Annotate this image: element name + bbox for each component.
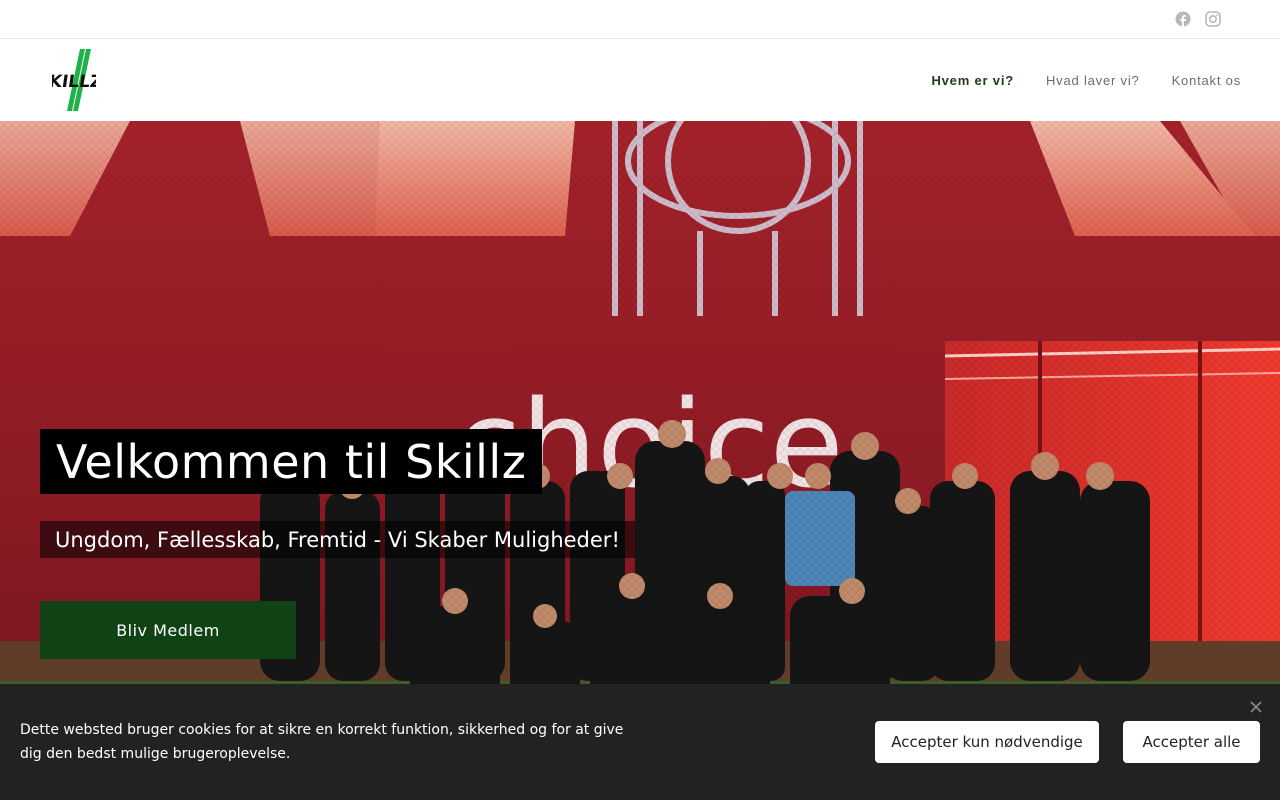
top-bar [0,0,1280,39]
site-header: SKILLZ Hvem er vi? Hvad laver vi? Kontak… [0,39,1280,121]
nav-item-hvem-er-vi[interactable]: Hvem er vi? [931,73,1014,88]
hero-subtitle-box: Ungdom, Fællesskab, Fremtid - Vi Skaber … [40,521,635,558]
main-nav: Hvem er vi? Hvad laver vi? Kontakt os [931,39,1241,121]
logo-wordmark: SKILLZ [52,72,96,92]
instagram-icon[interactable] [1204,10,1222,28]
hero-title-box: Velkommen til Skillz [40,429,543,494]
cookie-text: Dette websted bruger cookies for at sikr… [20,722,624,762]
hero-subtitle: Ungdom, Fællesskab, Fremtid - Vi Skaber … [55,527,620,552]
become-member-button[interactable]: Bliv Medlem [40,601,296,659]
close-icon[interactable] [1247,699,1265,717]
cookie-banner: Dette websted bruger cookies for at sikr… [0,684,1280,800]
hero-title: Velkommen til Skillz [56,434,527,489]
nav-item-kontakt-os[interactable]: Kontakt os [1172,73,1241,88]
facebook-icon[interactable] [1174,10,1192,28]
accept-necessary-button[interactable]: Accepter kun nødvendige [875,721,1099,763]
skillz-logo[interactable]: SKILLZ [35,49,104,111]
accept-all-button[interactable]: Accepter alle [1123,721,1260,763]
nav-item-hvad-laver-vi[interactable]: Hvad laver vi? [1046,73,1140,88]
